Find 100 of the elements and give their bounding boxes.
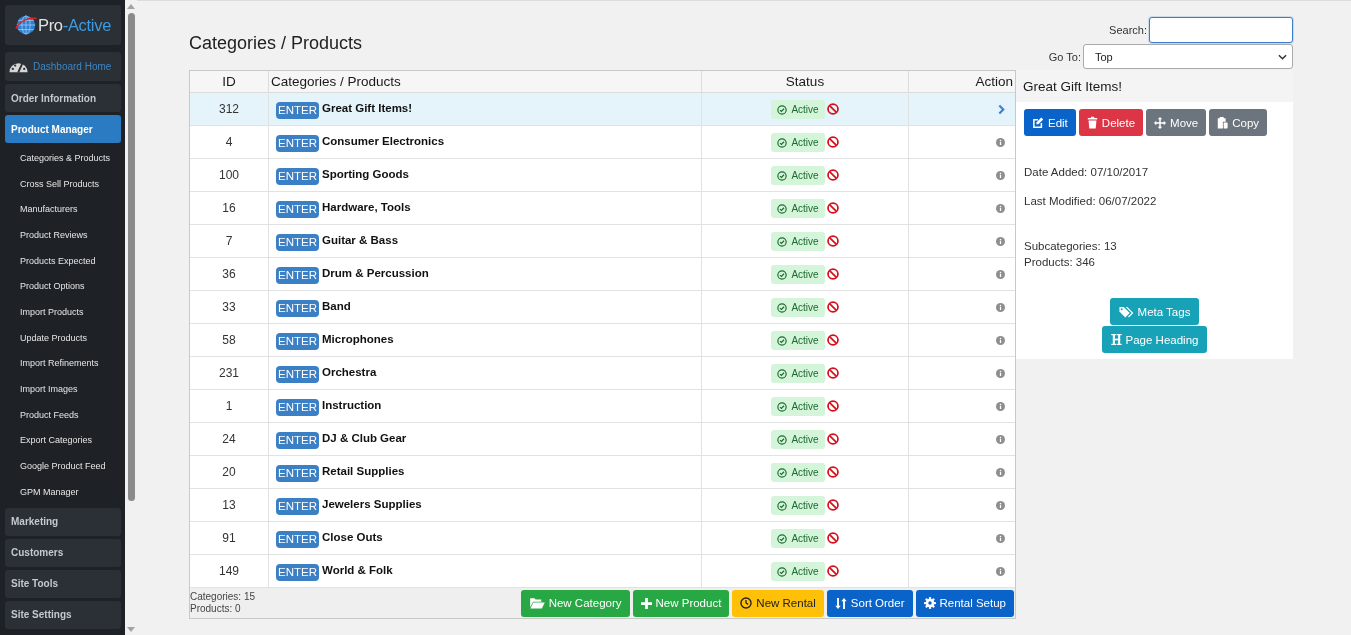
action-button[interactable]: Copy: [1209, 109, 1268, 136]
info-icon[interactable]: [996, 137, 1005, 147]
status-button[interactable]: Active: [771, 265, 825, 284]
table-row[interactable]: 312 ENTER Great Gift Items! Active: [190, 93, 1015, 126]
sub-nav-item[interactable]: Google Product Feed: [5, 453, 121, 479]
extra-button[interactable]: Meta Tags: [1109, 298, 1200, 325]
status-button[interactable]: Active: [771, 529, 825, 548]
status-button[interactable]: Active: [771, 100, 825, 119]
info-icon[interactable]: [996, 269, 1005, 279]
enter-button[interactable]: ENTER: [276, 267, 319, 284]
sub-nav-item[interactable]: Products Expected: [5, 247, 121, 274]
enter-button[interactable]: ENTER: [276, 201, 319, 218]
action-button[interactable]: Edit: [1024, 109, 1076, 136]
nav-item[interactable]: Product Manager: [5, 115, 121, 143]
sub-nav-item[interactable]: Product Feeds: [5, 401, 121, 428]
info-icon[interactable]: [996, 434, 1005, 444]
table-row[interactable]: 149 ENTER World & Folk Active: [190, 555, 1015, 588]
action-button[interactable]: Move: [1146, 109, 1207, 136]
info-icon[interactable]: [996, 302, 1005, 312]
sub-nav-item[interactable]: Categories & Products: [5, 145, 121, 171]
scrollbar-thumb[interactable]: [127, 13, 135, 501]
table-row[interactable]: 7 ENTER Guitar & Bass Active: [190, 225, 1015, 258]
enter-button[interactable]: ENTER: [276, 234, 319, 251]
ban-icon[interactable]: [826, 532, 839, 544]
info-icon[interactable]: [996, 500, 1005, 510]
sub-nav-item[interactable]: Product Options: [5, 273, 121, 300]
enter-button[interactable]: ENTER: [276, 300, 319, 317]
enter-button[interactable]: ENTER: [276, 564, 319, 581]
nav-item[interactable]: Site Tools: [5, 569, 121, 598]
enter-button[interactable]: ENTER: [276, 333, 319, 350]
table-row[interactable]: 20 ENTER Retail Supplies Active: [190, 456, 1015, 489]
table-row[interactable]: 231 ENTER Orchestra Active: [190, 357, 1015, 390]
status-button[interactable]: Active: [771, 430, 825, 449]
sub-nav-item[interactable]: Product Reviews: [5, 222, 121, 248]
enter-button[interactable]: ENTER: [276, 432, 319, 449]
ban-icon[interactable]: [826, 433, 839, 445]
nav-item[interactable]: Site Settings: [5, 600, 121, 629]
scroll-down-icon[interactable]: [127, 627, 135, 632]
info-icon[interactable]: [996, 467, 1005, 477]
ban-icon[interactable]: [826, 565, 839, 577]
search-field[interactable]: [1149, 17, 1293, 43]
ban-icon[interactable]: [826, 136, 839, 148]
sub-nav-item[interactable]: Import Refinements: [5, 350, 121, 377]
footer-button[interactable]: New Category: [520, 589, 630, 617]
enter-button[interactable]: ENTER: [276, 168, 319, 185]
info-icon[interactable]: [996, 236, 1005, 246]
table-row[interactable]: 36 ENTER Drum & Percussion Active: [190, 258, 1015, 291]
table-row[interactable]: 1 ENTER Instruction Active: [190, 390, 1015, 423]
table-row[interactable]: 13 ENTER Jewelers Supplies Active: [190, 489, 1015, 522]
status-button[interactable]: Active: [771, 331, 825, 350]
ban-icon[interactable]: [826, 400, 839, 412]
table-row[interactable]: 16 ENTER Hardware, Tools Active: [190, 192, 1015, 225]
enter-button[interactable]: ENTER: [276, 498, 319, 515]
enter-button[interactable]: ENTER: [276, 399, 319, 416]
extra-button[interactable]: Page Heading: [1101, 326, 1208, 353]
enter-button[interactable]: ENTER: [276, 531, 319, 548]
nav-item[interactable]: Dashboard Home: [5, 52, 121, 81]
enter-button[interactable]: ENTER: [276, 135, 319, 152]
status-button[interactable]: Active: [771, 166, 825, 185]
footer-button[interactable]: New Rental: [732, 589, 824, 617]
sub-nav-item[interactable]: Import Images: [5, 376, 121, 402]
status-button[interactable]: Active: [771, 232, 825, 251]
sub-nav-item[interactable]: GPM Manager: [5, 478, 121, 505]
sub-nav-item[interactable]: Import Products: [5, 299, 121, 325]
info-icon[interactable]: [996, 533, 1005, 543]
table-row[interactable]: 24 ENTER DJ & Club Gear Active: [190, 423, 1015, 456]
ban-icon[interactable]: [826, 268, 839, 280]
sub-nav-item[interactable]: Update Products: [5, 324, 121, 351]
ban-icon[interactable]: [826, 334, 839, 346]
info-icon[interactable]: [996, 368, 1005, 378]
table-row[interactable]: 100 ENTER Sporting Goods Active: [190, 159, 1015, 192]
enter-button[interactable]: ENTER: [276, 465, 319, 482]
nav-item[interactable]: Order Information: [5, 84, 121, 112]
info-icon[interactable]: [996, 203, 1005, 213]
status-button[interactable]: Active: [771, 463, 825, 482]
enter-button[interactable]: ENTER: [276, 102, 319, 119]
status-button[interactable]: Active: [771, 397, 825, 416]
enter-button[interactable]: ENTER: [276, 366, 319, 383]
sub-nav-item[interactable]: Cross Sell Products: [5, 170, 121, 197]
info-icon[interactable]: [996, 170, 1005, 180]
scroll-up-icon[interactable]: [127, 4, 135, 9]
status-button[interactable]: Active: [771, 298, 825, 317]
ban-icon[interactable]: [826, 499, 839, 511]
footer-button[interactable]: Rental Setup: [915, 589, 1014, 617]
sub-nav-item[interactable]: Manufacturers: [5, 196, 121, 223]
footer-button[interactable]: Sort Order: [826, 589, 913, 617]
info-icon[interactable]: [996, 566, 1005, 576]
info-icon[interactable]: [996, 401, 1005, 411]
footer-button[interactable]: New Product: [632, 589, 730, 617]
ban-icon[interactable]: [826, 235, 839, 247]
info-icon[interactable]: [996, 335, 1005, 345]
table-row[interactable]: 58 ENTER Microphones Active: [190, 324, 1015, 357]
ban-icon[interactable]: [826, 466, 839, 478]
status-button[interactable]: Active: [771, 496, 825, 515]
nav-item[interactable]: Marketing: [5, 507, 121, 536]
ban-icon[interactable]: [826, 301, 839, 313]
nav-item[interactable]: Customers: [5, 538, 121, 567]
ban-icon[interactable]: [826, 169, 839, 181]
sub-nav-item[interactable]: Export Categories: [5, 427, 121, 454]
table-row[interactable]: 91 ENTER Close Outs Active: [190, 522, 1015, 555]
